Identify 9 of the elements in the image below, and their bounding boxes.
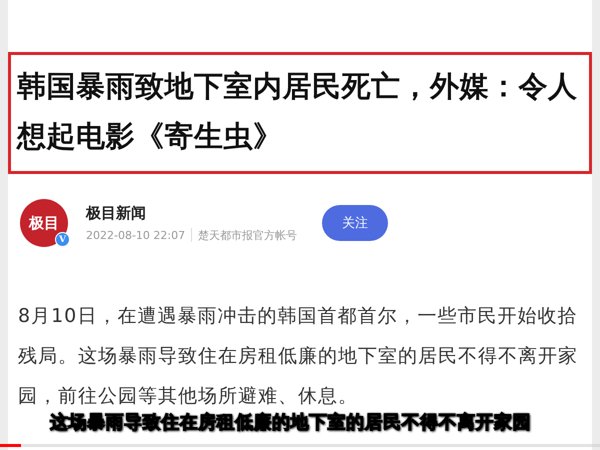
account-type: 楚天都市报官方帐号 bbox=[198, 228, 298, 242]
article-paragraph: 8月10日，在遭遇暴雨冲击的韩国首都首尔，一些市民开始收拾残局。这场暴雨导致住在房租低廉的地下室的居民不得不离开家园，前往公园等其他场所避难、休息。 bbox=[18, 304, 579, 409]
headline: 韩国暴雨致地下室内居民死亡，外媒：令人想起电影《寄生虫》 bbox=[8, 52, 592, 174]
publisher-logo: 极目 V bbox=[20, 199, 68, 247]
video-subtitle: 这场暴雨导致住在房租低廉的地下室的居民不得不离开家园 bbox=[50, 411, 531, 434]
publish-time: 2022-08-10 22:07 bbox=[86, 228, 186, 242]
follow-button[interactable]: 关注 bbox=[322, 205, 388, 241]
verified-badge: V bbox=[55, 232, 70, 247]
publisher-name: 极目新闻 bbox=[86, 204, 147, 222]
